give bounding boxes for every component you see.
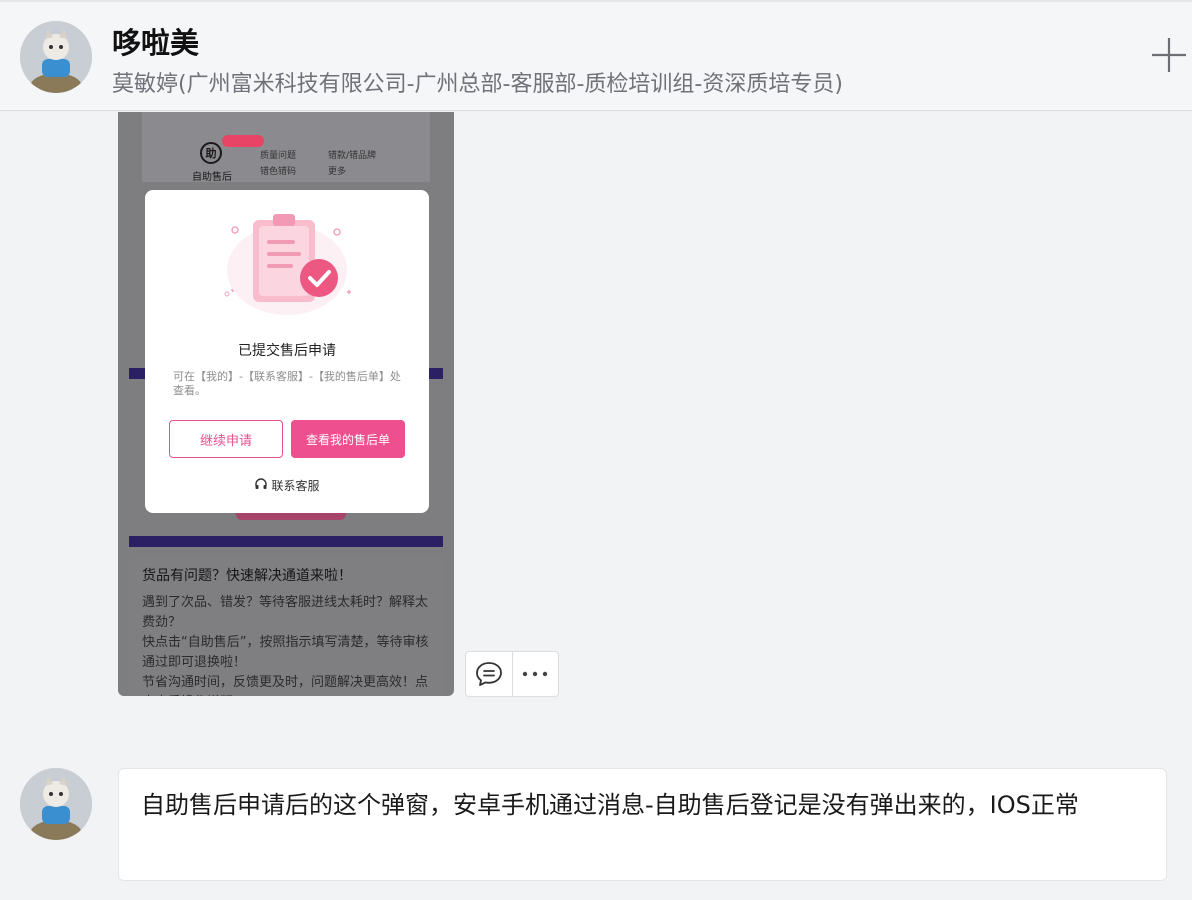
message-actions: [465, 651, 559, 697]
contact-name: 哆啦美: [112, 26, 200, 60]
new-badge: [222, 135, 264, 147]
continue-apply-button[interactable]: 继续申请: [169, 420, 283, 458]
option-item: 错色错码: [260, 167, 297, 177]
option-item: 质量问题: [260, 151, 297, 161]
view-orders-button[interactable]: 查看我的售后单: [291, 420, 405, 458]
contact-service-label: 联系客服: [271, 479, 320, 493]
contact-service-link[interactable]: 联系客服: [145, 477, 429, 494]
comment-icon[interactable]: [466, 652, 512, 696]
submit-success-modal: 已提交售后申请 可在【我的】-【联系客服】-【我的售后单】处查看。 继续申请 查…: [145, 190, 429, 513]
info-title: 货品有问题？快速解决通道来啦！: [142, 568, 352, 584]
more-icon[interactable]: [512, 652, 558, 696]
contact-subtitle: 莫敏婷(广州富米科技有限公司-广州总部-客服部-质检培训组-资深质培专员): [112, 72, 843, 97]
option-item: 更多: [328, 167, 347, 177]
text-message-bubble: 自助售后申请后的这个弹窗，安卓手机通过消息-自助售后登记是没有弹出来的，IOS正…: [118, 768, 1167, 881]
plus-icon[interactable]: [1150, 36, 1188, 74]
contact-avatar[interactable]: [20, 21, 92, 93]
aftersale-icon: 助: [200, 142, 222, 164]
aftersale-label: 自助售后: [192, 172, 232, 183]
option-item: 错款/错品牌: [328, 151, 377, 161]
clipboard-check-icon: [224, 214, 351, 315]
sender-avatar[interactable]: [20, 768, 92, 840]
chat-header: 哆啦美 莫敏婷(广州富米科技有限公司-广州总部-客服部-质检培训组-资深质培专员…: [0, 0, 1192, 111]
info-body: 遇到了次品、错发？等待客服进线太耗时？解释太费劲？ 快点击“自助售后”，按照指示…: [142, 595, 429, 696]
modal-title: 已提交售后申请: [238, 343, 336, 359]
aftersale-card: 助 自助售后 质量问题 错款/错品牌 错色错码 更多: [142, 112, 430, 183]
headset-icon: [254, 477, 268, 494]
modal-description: 可在【我的】-【联系客服】-【我的售后单】处查看。: [173, 370, 401, 397]
banner-stripe: [129, 536, 443, 547]
